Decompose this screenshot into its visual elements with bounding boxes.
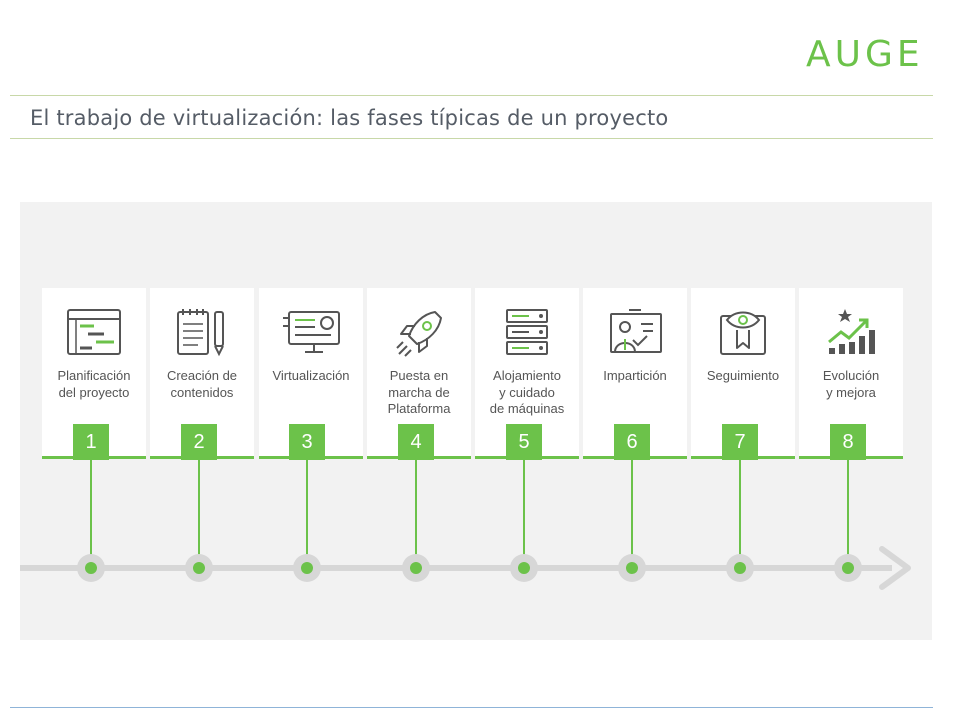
timeline-node-8 — [834, 554, 862, 582]
phase-stem-1 — [90, 460, 92, 568]
timeline-node-6 — [618, 554, 646, 582]
timeline-dot — [626, 562, 638, 574]
phase-label-4: Puesta en marcha de Plataforma — [387, 368, 451, 416]
timeline-dot — [193, 562, 205, 574]
phase-number-2: 2 — [181, 424, 217, 460]
timeline-dot — [842, 562, 854, 574]
phase-label-7: Seguimiento — [706, 368, 780, 383]
monitor-icon — [283, 311, 340, 353]
timeline-dot — [518, 562, 530, 574]
phase-number-5: 5 — [506, 424, 542, 460]
phase-number-3: 3 — [289, 424, 325, 460]
phase-stem-2 — [198, 460, 200, 568]
logo: AUGE — [806, 34, 924, 75]
growth-chart-icon — [828, 309, 875, 354]
phase-label-6: Impartición — [603, 368, 667, 383]
phase-stem-7 — [739, 460, 741, 568]
phase-stem-6 — [631, 460, 633, 568]
phase-label-3: Virtualización — [272, 368, 350, 383]
phase-number-7: 7 — [722, 424, 758, 460]
phase-label-5: Alojamiento y cuidado de máquinas — [489, 368, 565, 416]
teacher-board-icon — [610, 309, 662, 353]
notepad-pen-icon — [177, 309, 224, 357]
timeline-node-2 — [185, 554, 213, 582]
phase-label-8: Evolución y mejora — [822, 368, 880, 400]
phase-stem-3 — [306, 460, 308, 568]
timeline-node-1 — [77, 554, 105, 582]
book-eye-icon — [720, 311, 766, 355]
server-icon — [506, 309, 548, 355]
timeline-arrow-icon — [879, 546, 911, 590]
timeline-diagram: Planificación del proyecto Creación de c… — [20, 202, 932, 640]
header-rule-top — [10, 95, 933, 96]
phase-stem-8 — [847, 460, 849, 568]
timeline-node-7 — [726, 554, 754, 582]
phase-stem-5 — [523, 460, 525, 568]
timeline-dot — [410, 562, 422, 574]
phase-label-2: Creación de contenidos — [166, 368, 238, 400]
phase-number-8: 8 — [830, 424, 866, 460]
timeline-dot — [734, 562, 746, 574]
page-title: El trabajo de virtualización: las fases … — [30, 106, 669, 130]
gantt-chart-icon — [67, 309, 121, 355]
phase-number-1: 1 — [73, 424, 109, 460]
timeline-node-3 — [293, 554, 321, 582]
timeline-node-5 — [510, 554, 538, 582]
footer-rule — [10, 707, 933, 708]
timeline-node-4 — [402, 554, 430, 582]
timeline-track — [20, 565, 892, 571]
rocket-icon — [396, 311, 442, 357]
phase-number-6: 6 — [614, 424, 650, 460]
phase-stem-4 — [415, 460, 417, 568]
phase-number-4: 4 — [398, 424, 434, 460]
phase-label-1: Planificación del proyecto — [57, 368, 131, 400]
header-rule-bottom — [10, 138, 933, 139]
timeline-dot — [301, 562, 313, 574]
timeline-dot — [85, 562, 97, 574]
